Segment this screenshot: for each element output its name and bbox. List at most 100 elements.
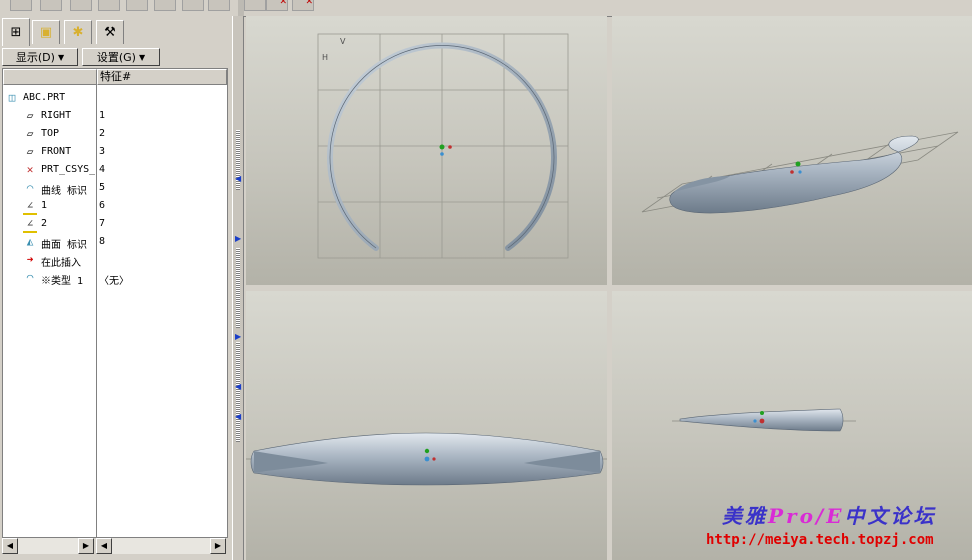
tree-item-insert-here[interactable]: ➜ 在此插入 <box>3 251 227 269</box>
toolbar-button[interactable] <box>40 0 62 11</box>
tree-horizontal-scrollbar[interactable]: ◀ ▶ ◀ ▶ <box>2 538 228 555</box>
navigator-panel: ⊞ ▣ ✱ ⚒ 显示(D) ▼ 设置(G) ▼ 特征# ◫ ABC.PRT ▱ … <box>0 16 232 560</box>
insert-arrow-icon: ➜ <box>26 253 34 266</box>
connections-tab[interactable]: ⚒ <box>96 20 124 44</box>
tree-item-top[interactable]: ▱ TOP 2 <box>3 125 227 143</box>
tree-item-label: TOP <box>41 128 60 139</box>
model-tree-tab[interactable]: ⊞ <box>2 18 30 46</box>
isometric-model[interactable] <box>669 135 919 214</box>
tree-item-type-1[interactable]: ◠ ※类型 1 〈无〉 <box>3 269 227 287</box>
datum-plane-icon: ▱ <box>26 127 34 140</box>
part-icon: ◫ <box>8 91 16 104</box>
viewport-front[interactable]: H V <box>246 16 607 285</box>
surface-icon: ◭ <box>26 235 34 248</box>
collapse-left-icon[interactable]: ◀ <box>235 174 241 183</box>
collapse-left-icon[interactable]: ◀ <box>235 412 241 421</box>
feature-number: 1 <box>99 110 106 121</box>
forum-url: http://meiya.tech.topzj.com <box>706 532 934 548</box>
tree-item-right[interactable]: ▱ RIGHT 1 <box>3 107 227 125</box>
tree-item-label: 在此插入 <box>41 258 81 269</box>
favorites-tab[interactable]: ✱ <box>64 20 92 44</box>
settings-menu-button[interactable]: 设置(G) ▼ <box>82 48 160 66</box>
scroll-right-icon[interactable]: ▶ <box>78 538 94 554</box>
toolbar-button[interactable] <box>182 0 204 11</box>
expand-right-icon[interactable]: ▶ <box>235 332 241 341</box>
delete-icon[interactable] <box>292 0 314 11</box>
datum-plane-icon: ▱ <box>26 145 34 158</box>
watermark-brand-left: 美雅 <box>722 504 768 528</box>
viewport-top[interactable] <box>246 291 607 560</box>
feature-number: 6 <box>99 200 106 211</box>
tree-item-label: ABC.PRT <box>23 92 66 103</box>
tree-menus: 显示(D) ▼ 设置(G) ▼ <box>2 48 230 66</box>
watermark-brand-right: 中文论坛 <box>844 504 937 528</box>
surface-icon: ◠ <box>26 271 34 284</box>
model-tree: 特征# ◫ ABC.PRT ▱ RIGHT 1 ▱ TOP 2 ▱ FRONT … <box>2 68 228 538</box>
expand-right-icon[interactable]: ▶ <box>235 234 241 243</box>
hammer-icon: ⚒ <box>104 25 116 40</box>
toolbar-button[interactable] <box>10 0 32 11</box>
feature-number: 8 <box>99 236 106 247</box>
tree-item-label: PRT_CSYS_ <box>41 164 95 175</box>
scroll-track-left[interactable] <box>18 538 78 554</box>
datum-label-h: H <box>322 53 328 62</box>
toolbar-button[interactable] <box>208 0 230 11</box>
tree-item-label: ※类型 1 <box>41 276 84 287</box>
tree-item-label: 2 <box>41 218 48 229</box>
feature-number: 5 <box>99 182 106 193</box>
navigator-tabs: ⊞ ▣ ✱ ⚒ <box>0 18 232 46</box>
tree-item-prt-csys[interactable]: ✕ PRT_CSYS_ 4 <box>3 161 227 179</box>
scroll-left-icon[interactable]: ◀ <box>96 538 112 554</box>
delete-icon[interactable] <box>266 0 288 11</box>
tree-item-label: RIGHT <box>41 110 72 121</box>
toolbar-button[interactable] <box>154 0 176 11</box>
curve-icon: ⌒ <box>26 181 34 194</box>
feature-number: 4 <box>99 164 106 175</box>
tree-item-sketch-2[interactable]: ∠ 2 7 <box>3 215 227 233</box>
main-toolbar <box>0 0 972 17</box>
tree-item-surface[interactable]: ◭ 曲面 标识 8 <box>3 233 227 251</box>
sash-grip[interactable] <box>236 248 240 328</box>
panel-sash[interactable]: ◀ ▶ ▶ ◀ ◀ <box>232 16 244 560</box>
dropdown-arrow-icon: ▼ <box>57 52 65 62</box>
scroll-track-right[interactable] <box>112 538 210 554</box>
tree-icon: ⊞ <box>10 25 22 40</box>
scroll-right-icon[interactable]: ▶ <box>210 538 226 554</box>
dropdown-arrow-icon: ▼ <box>138 52 146 62</box>
datum-label-v: V <box>340 37 346 46</box>
sketch-icon: ∠ <box>23 217 37 233</box>
scroll-left-icon[interactable]: ◀ <box>2 538 18 554</box>
sash-grip[interactable] <box>236 342 240 442</box>
viewport-isometric[interactable] <box>612 16 972 285</box>
tree-item-front[interactable]: ▱ FRONT 3 <box>3 143 227 161</box>
star-icon: ✱ <box>72 25 84 40</box>
tree-item-curve[interactable]: ⌒ 曲线 标识 5 <box>3 179 227 197</box>
settings-menu-label: 设置(G) <box>96 51 136 64</box>
tree-item-sketch-1[interactable]: ∠ 1 6 <box>3 197 227 215</box>
folder-icon: ▣ <box>39 25 53 40</box>
watermark-brand-pro: Pro/E <box>768 504 845 528</box>
tree-item-label: 曲线 标识 <box>41 186 88 197</box>
datum-plane-icon: ▱ <box>26 109 34 122</box>
toolbar-button[interactable] <box>244 0 266 11</box>
toolbar-button[interactable] <box>98 0 120 11</box>
collapse-left-icon[interactable]: ◀ <box>235 382 241 391</box>
column-header-name[interactable] <box>3 69 97 85</box>
feature-number: 2 <box>99 128 106 139</box>
display-menu-button[interactable]: 显示(D) ▼ <box>2 48 78 66</box>
feature-number: 7 <box>99 218 106 229</box>
tree-item-label: FRONT <box>41 146 72 157</box>
tree-item-label: 曲面 标识 <box>41 240 88 251</box>
display-menu-label: 显示(D) <box>15 51 55 64</box>
column-header-feature-number[interactable]: 特征# <box>97 69 227 85</box>
tree-item-abc-prt[interactable]: ◫ ABC.PRT <box>3 89 227 107</box>
feature-number: 〈无〉 <box>99 276 129 287</box>
forum-watermark: 美雅Pro/E中文论坛 <box>722 500 936 529</box>
toolbar-button[interactable] <box>126 0 148 11</box>
sketch-icon: ∠ <box>23 199 37 215</box>
tree-item-label: 1 <box>41 200 48 211</box>
toolbar-button[interactable] <box>70 0 92 11</box>
feature-number: 3 <box>99 146 106 157</box>
folder-browser-tab[interactable]: ▣ <box>32 20 60 44</box>
csys-icon: ✕ <box>26 163 34 176</box>
